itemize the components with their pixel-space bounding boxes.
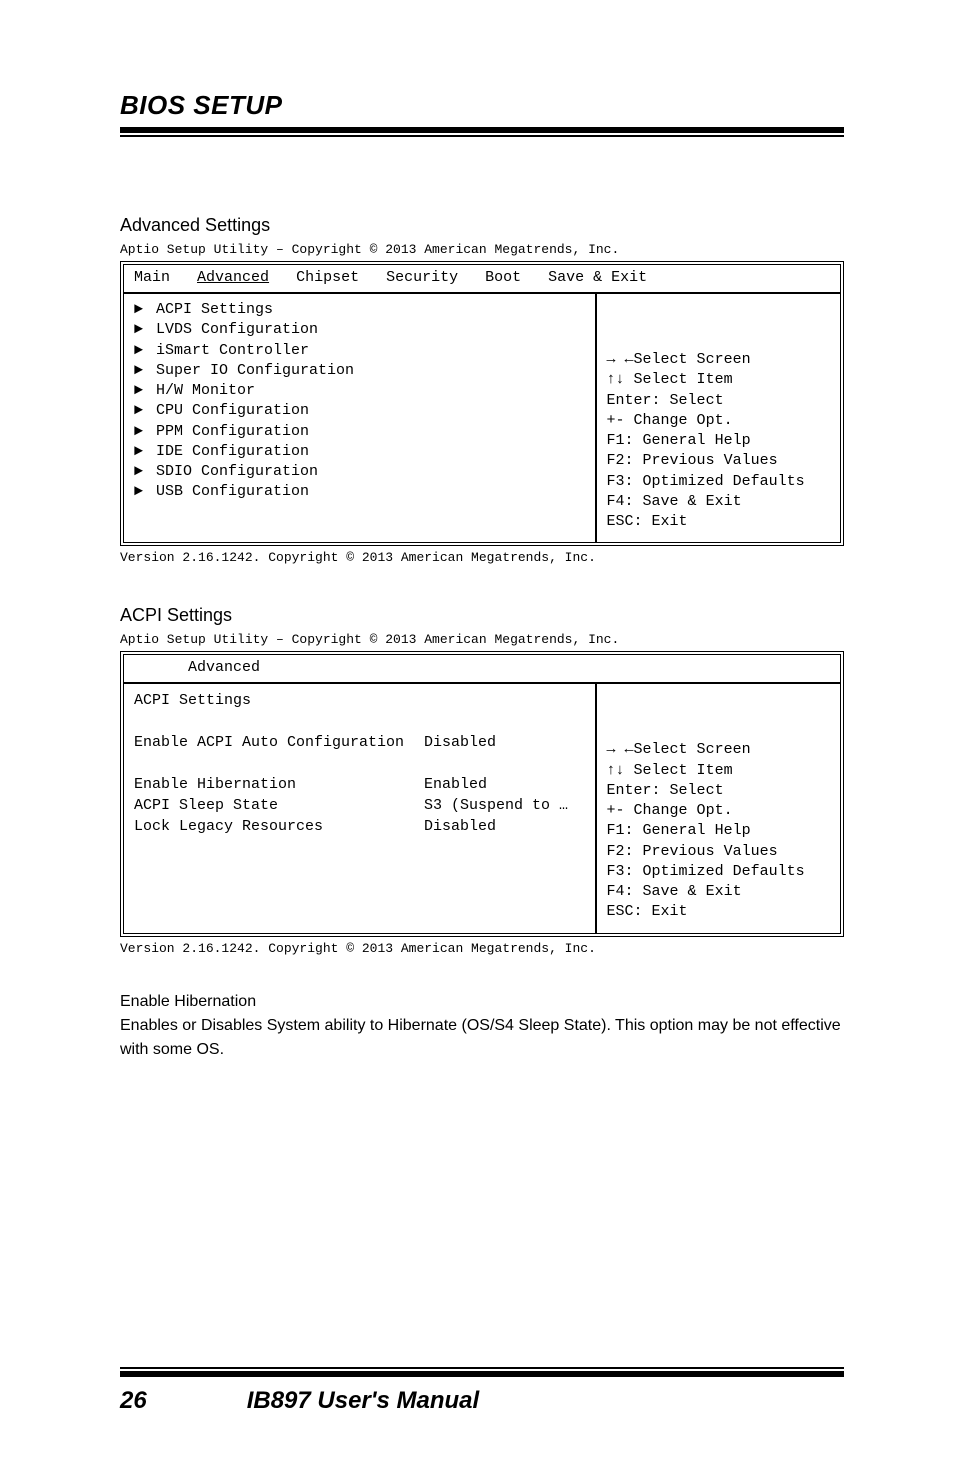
menu-item-hwmonitor[interactable]: ►H/W Monitor xyxy=(134,381,587,401)
kv-heading: ACPI Settings xyxy=(134,690,587,711)
menu-item-sdio[interactable]: ►SDIO Configuration xyxy=(134,462,587,482)
bios-kv-list: ACPI Settings Enable ACPI Auto Configura… xyxy=(124,684,597,932)
bios-menu-list: ►ACPI Settings ►LVDS Configuration ►iSma… xyxy=(124,294,597,542)
menu-item-superio[interactable]: ►Super IO Configuration xyxy=(134,361,587,381)
page-number: 26 xyxy=(120,1387,147,1415)
submenu-arrow-icon: ► xyxy=(134,320,148,340)
bios-box-acpi: Advanced ACPI Settings Enable ACPI Auto … xyxy=(120,651,844,936)
bios-box-advanced: Main Advanced Chipset Security Boot Save… xyxy=(120,261,844,546)
help-f3: F3: Optimized Defaults xyxy=(607,862,830,882)
menu-item-ide[interactable]: ►IDE Configuration xyxy=(134,442,587,462)
submenu-arrow-icon: ► xyxy=(134,401,148,421)
header-rule-thick xyxy=(120,127,844,133)
page-header-title: BIOS SETUP xyxy=(120,90,844,121)
tab-advanced[interactable]: Advanced xyxy=(197,269,269,286)
bios-util-line: Aptio Setup Utility – Copyright © 2013 A… xyxy=(120,632,844,647)
bios-top-tabs: Main Advanced Chipset Security Boot Save… xyxy=(124,265,840,292)
bios-bottom-line: Version 2.16.1242. Copyright © 2013 Amer… xyxy=(120,550,844,565)
submenu-arrow-icon: ► xyxy=(134,462,148,482)
help-enter: Enter: Select xyxy=(607,391,830,411)
help-select-screen: → ←Select Screen xyxy=(607,350,830,370)
bios-util-line: Aptio Setup Utility – Copyright © 2013 A… xyxy=(120,242,844,257)
section-title-advanced-settings: Advanced Settings xyxy=(120,215,844,236)
help-change-opt: +- Change Opt. xyxy=(607,411,830,431)
bios-bottom-line: Version 2.16.1242. Copyright © 2013 Amer… xyxy=(120,941,844,956)
help-f2: F2: Previous Values xyxy=(607,451,830,471)
submenu-arrow-icon: ► xyxy=(134,442,148,462)
menu-item-ppm[interactable]: ►PPM Configuration xyxy=(134,422,587,442)
help-f2: F2: Previous Values xyxy=(607,842,830,862)
tab-security[interactable]: Security xyxy=(386,269,458,286)
note-heading: Enable Hibernation xyxy=(120,990,844,1014)
submenu-arrow-icon: ► xyxy=(134,300,148,320)
kv-sleep-state[interactable]: ACPI Sleep StateS3 (Suspend to … xyxy=(134,795,587,816)
help-f4: F4: Save & Exit xyxy=(607,492,830,512)
help-select-item: ↑↓ Select Item xyxy=(607,761,830,781)
tab-chipset[interactable]: Chipset xyxy=(296,269,359,286)
tab-boot[interactable]: Boot xyxy=(485,269,521,286)
submenu-arrow-icon: ► xyxy=(134,482,148,502)
menu-item-lvds[interactable]: ►LVDS Configuration xyxy=(134,320,587,340)
kv-acpi-auto[interactable]: Enable ACPI Auto ConfigurationDisabled xyxy=(134,732,587,753)
menu-item-acpi-settings[interactable]: ►ACPI Settings xyxy=(134,300,587,320)
help-f4: F4: Save & Exit xyxy=(607,882,830,902)
footer-rule-thin xyxy=(120,1367,844,1369)
submenu-arrow-icon: ► xyxy=(134,341,148,361)
footer-rule-thick xyxy=(120,1371,844,1377)
submenu-arrow-icon: ► xyxy=(134,422,148,442)
header-rule-thin xyxy=(120,135,844,137)
menu-item-ismart[interactable]: ►iSmart Controller xyxy=(134,341,587,361)
section-title-acpi: ACPI Settings xyxy=(120,605,844,626)
bios-help-panel: → ←Select Screen ↑↓ Select Item Enter: S… xyxy=(597,294,840,542)
help-select-screen: → ←Select Screen xyxy=(607,740,830,760)
menu-item-usb[interactable]: ►USB Configuration xyxy=(134,482,587,502)
kv-hibernation[interactable]: Enable HibernationEnabled xyxy=(134,774,587,795)
help-esc: ESC: Exit xyxy=(607,512,830,532)
help-f3: F3: Optimized Defaults xyxy=(607,472,830,492)
help-f1: F1: General Help xyxy=(607,431,830,451)
bios-top-single-tab: Advanced xyxy=(124,655,840,682)
help-change-opt: +- Change Opt. xyxy=(607,801,830,821)
bios-help-panel: → ←Select Screen ↑↓ Select Item Enter: S… xyxy=(597,684,840,932)
kv-lock-legacy[interactable]: Lock Legacy ResourcesDisabled xyxy=(134,816,587,837)
submenu-arrow-icon: ► xyxy=(134,361,148,381)
submenu-arrow-icon: ► xyxy=(134,381,148,401)
tab-advanced[interactable]: Advanced xyxy=(188,659,260,676)
note-body: Enables or Disables System ability to Hi… xyxy=(120,1014,844,1062)
tab-main[interactable]: Main xyxy=(134,269,170,286)
help-enter: Enter: Select xyxy=(607,781,830,801)
help-select-item: ↑↓ Select Item xyxy=(607,370,830,390)
menu-item-cpu[interactable]: ►CPU Configuration xyxy=(134,401,587,421)
help-f1: F1: General Help xyxy=(607,821,830,841)
manual-title: IB897 User's Manual xyxy=(247,1387,479,1415)
tab-save-exit[interactable]: Save & Exit xyxy=(548,269,647,286)
help-esc: ESC: Exit xyxy=(607,902,830,922)
